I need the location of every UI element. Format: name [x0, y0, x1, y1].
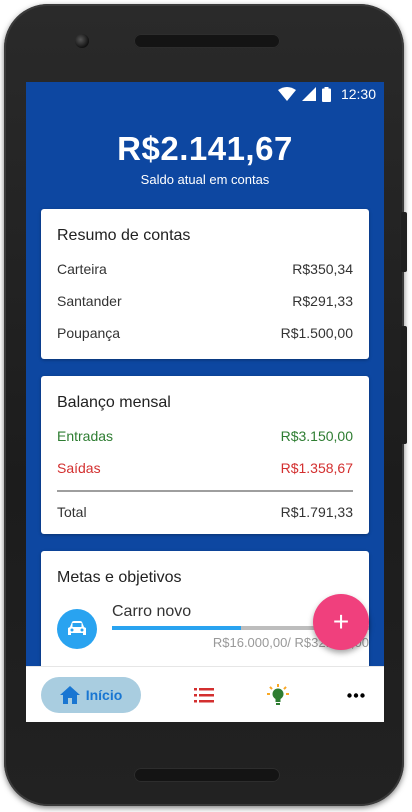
nav-home-label: Início: [85, 687, 123, 703]
expenses-row: Saídas R$1.358,67: [57, 452, 353, 484]
goal-progress-fill: [112, 626, 241, 630]
expenses-label: Saídas: [57, 460, 101, 476]
battery-icon: [321, 86, 331, 102]
total-divider: [57, 490, 353, 492]
total-label: Total: [57, 504, 87, 520]
power-button: [401, 212, 407, 272]
total-amount: R$1.791,33: [280, 504, 353, 520]
account-name: Poupança: [57, 325, 121, 341]
wifi-icon: [277, 87, 296, 101]
signal-icon: [301, 87, 316, 101]
account-name: Santander: [57, 293, 122, 309]
expenses-amount: R$1.358,67: [280, 460, 353, 476]
balance-label: Saldo atual em contas: [140, 172, 270, 187]
account-amount: R$291,33: [292, 293, 353, 309]
account-row[interactable]: Carteira R$350,34: [57, 253, 353, 285]
plus-icon: +: [332, 606, 350, 637]
accounts-summary-title: Resumo de contas: [57, 227, 191, 244]
monthly-balance-title: Balanço mensal: [57, 394, 171, 411]
goal-item[interactable]: Carro novo 50 R$16.000,00/ R$32.000,00: [57, 599, 369, 659]
nav-list-button[interactable]: [192, 684, 216, 706]
balance-value: R$2.141,67: [117, 130, 293, 167]
account-amount: R$350,34: [292, 261, 353, 277]
monthly-balance-card[interactable]: Balanço mensal Entradas R$3.150,00 Saída…: [41, 376, 369, 534]
list-icon: [194, 688, 214, 703]
top-speaker: [134, 34, 280, 48]
add-button[interactable]: +: [313, 594, 369, 650]
car-icon: [57, 609, 97, 649]
income-label: Entradas: [57, 428, 114, 444]
account-row[interactable]: Poupança R$1.500,00: [57, 317, 353, 349]
lightbulb-icon: [267, 684, 289, 705]
nav-tips-button[interactable]: [266, 684, 290, 706]
goal-name: Carro novo: [112, 603, 192, 620]
account-row[interactable]: Santander R$291,33: [57, 285, 353, 317]
status-bar: 12:30: [26, 82, 384, 106]
home-icon: [59, 686, 80, 704]
volume-button: [401, 326, 407, 444]
app-screen: 12:30 R$2.141,67 Saldo atual em contas R…: [26, 82, 384, 722]
status-time: 12:30: [340, 86, 376, 102]
income-row: Entradas R$3.150,00: [57, 420, 353, 452]
bottom-navigation: Início: [26, 666, 384, 722]
income-amount: R$3.150,00: [280, 428, 353, 444]
front-camera: [75, 34, 89, 48]
more-icon: [347, 692, 365, 698]
accounts-summary-card[interactable]: Resumo de contas Carteira R$350,34 Santa…: [41, 209, 369, 359]
total-row: Total R$1.791,33: [57, 496, 353, 528]
goals-title: Metas e objetivos: [57, 569, 182, 586]
nav-more-button[interactable]: [344, 684, 368, 706]
account-name: Carteira: [57, 261, 107, 277]
current-balance: R$2.141,67 Saldo atual em contas: [26, 130, 384, 187]
nav-home-button[interactable]: Início: [41, 677, 141, 713]
account-amount: R$1.500,00: [280, 325, 353, 341]
bottom-speaker: [134, 768, 280, 782]
